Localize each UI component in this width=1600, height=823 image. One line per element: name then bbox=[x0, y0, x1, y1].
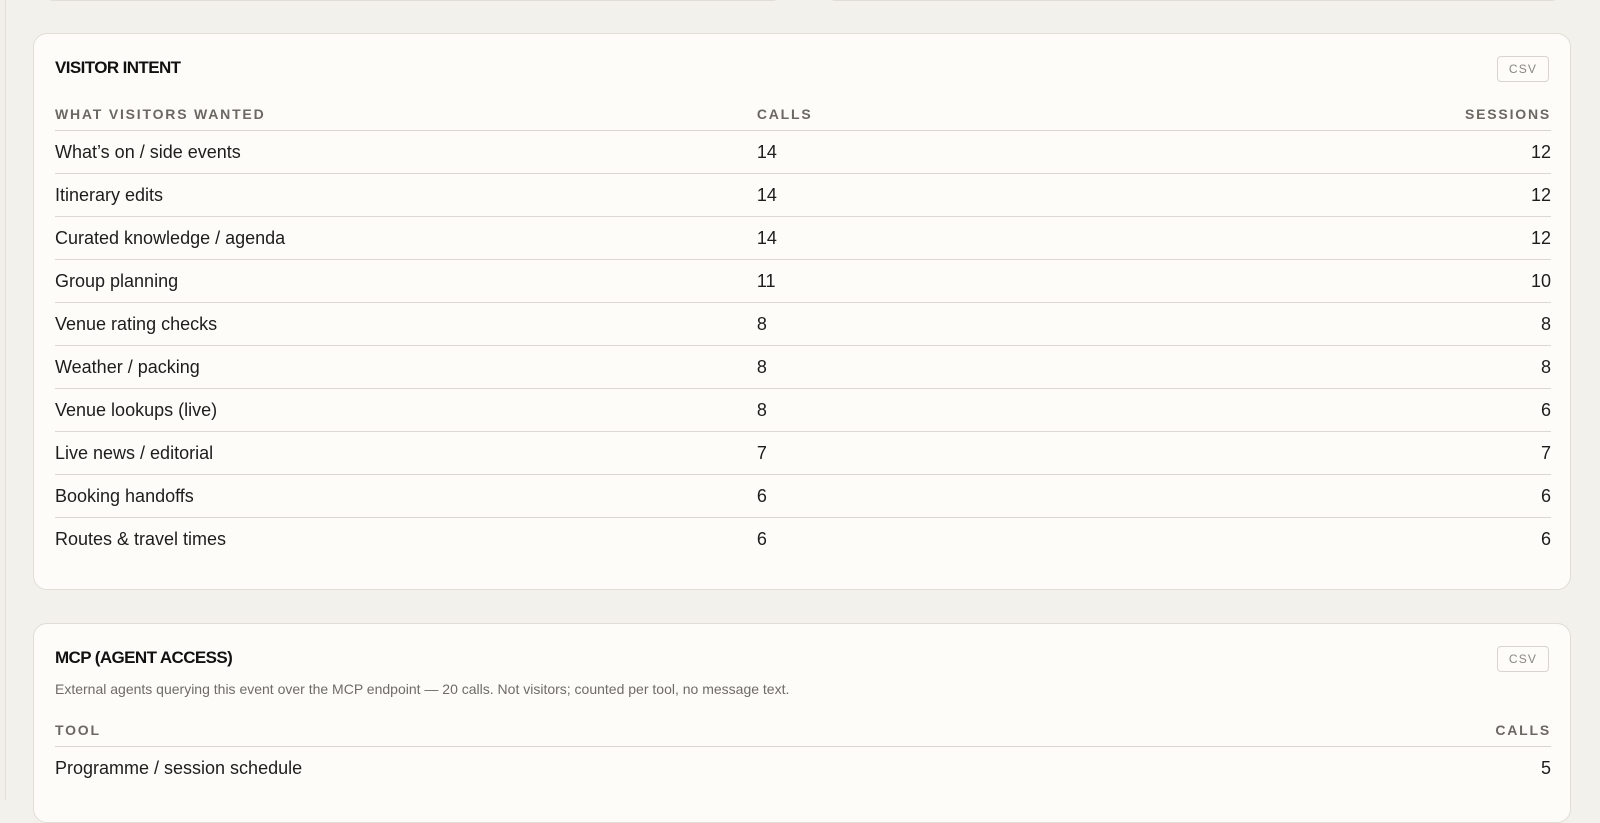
left-rail bbox=[0, 0, 6, 800]
table-row: Routes & travel times 6 6 bbox=[55, 518, 1551, 561]
column-header-sessions: SESSIONS bbox=[1288, 98, 1551, 131]
table-row: Programme / session schedule 5 bbox=[55, 747, 1551, 790]
calls-value: 8 bbox=[756, 388, 1289, 432]
sessions-value: 7 bbox=[1288, 431, 1551, 475]
visitor-intent-title: VISITOR INTENT bbox=[55, 58, 181, 77]
column-header-what-visitors-wanted: WHAT VISITORS WANTED bbox=[55, 98, 757, 131]
tool-label: Programme / session schedule bbox=[55, 757, 303, 778]
sessions-value: 12 bbox=[1288, 216, 1551, 260]
intent-label: Weather / packing bbox=[55, 345, 757, 389]
intent-label: What’s on / side events bbox=[55, 130, 757, 174]
intent-label: Venue rating checks bbox=[55, 302, 757, 346]
sessions-value: 12 bbox=[1288, 130, 1551, 174]
sessions-value: 6 bbox=[1540, 528, 1551, 549]
table-row: Itinerary edits 14 12 bbox=[55, 173, 1551, 217]
calls-value: 5 bbox=[1540, 757, 1551, 778]
table-row: Venue rating checks 8 8 bbox=[55, 302, 1551, 346]
table-header-row: WHAT VISITORS WANTED CALLS SESSIONS bbox=[55, 98, 1551, 131]
previous-card-left bbox=[42, 0, 784, 1]
sessions-value: 12 bbox=[1288, 173, 1551, 217]
table-row: Venue lookups (live) 8 6 bbox=[55, 388, 1551, 432]
intent-label: Venue lookups (live) bbox=[55, 388, 757, 432]
intent-label: Live news / editorial bbox=[55, 431, 757, 475]
calls-value: 14 bbox=[756, 216, 1289, 260]
intent-label: Curated knowledge / agenda bbox=[55, 216, 757, 260]
column-header-calls: CALLS bbox=[1275, 714, 1551, 747]
calls-value: 11 bbox=[756, 259, 1289, 303]
intent-label: Group planning bbox=[55, 259, 757, 303]
column-header-calls: CALLS bbox=[756, 98, 1289, 131]
intent-label: Booking handoffs bbox=[55, 474, 757, 518]
intent-label: Itinerary edits bbox=[55, 173, 757, 217]
calls-value: 7 bbox=[756, 431, 1289, 475]
calls-value: 14 bbox=[756, 130, 1289, 174]
calls-value: 14 bbox=[756, 173, 1289, 217]
mcp-subtitle: External agents querying this event over… bbox=[55, 681, 790, 697]
sessions-value: 10 bbox=[1288, 259, 1551, 303]
calls-value: 6 bbox=[756, 528, 767, 549]
sessions-value: 6 bbox=[1288, 474, 1551, 518]
sessions-value: 8 bbox=[1288, 302, 1551, 346]
table-row: Group planning 11 10 bbox=[55, 259, 1551, 303]
visitor-intent-table: WHAT VISITORS WANTED CALLS SESSIONS What… bbox=[55, 98, 1551, 560]
previous-card-right bbox=[824, 0, 1563, 1]
sessions-value: 8 bbox=[1288, 345, 1551, 389]
intent-label: Routes & travel times bbox=[55, 528, 227, 549]
mcp-agent-access-card: MCP (AGENT ACCESS) CSV External agents q… bbox=[33, 623, 1571, 823]
table-header-row: TOOL CALLS bbox=[55, 714, 1551, 747]
visitor-intent-card: VISITOR INTENT CSV WHAT VISITORS WANTED … bbox=[33, 33, 1571, 590]
table-row: Curated knowledge / agenda 14 12 bbox=[55, 216, 1551, 260]
mcp-table: TOOL CALLS Programme / session schedule 5 bbox=[55, 714, 1551, 789]
mcp-title: MCP (AGENT ACCESS) bbox=[55, 648, 233, 667]
mcp-csv-button[interactable]: CSV bbox=[1497, 646, 1549, 672]
table-row: What’s on / side events 14 12 bbox=[55, 130, 1551, 174]
table-row: Weather / packing 8 8 bbox=[55, 345, 1551, 389]
calls-value: 8 bbox=[756, 302, 1289, 346]
sessions-value: 6 bbox=[1288, 388, 1551, 432]
visitor-intent-csv-button[interactable]: CSV bbox=[1497, 56, 1549, 82]
table-row: Booking handoffs 6 6 bbox=[55, 474, 1551, 518]
column-header-tool: TOOL bbox=[55, 714, 1276, 747]
calls-value: 8 bbox=[756, 345, 1289, 389]
table-row: Live news / editorial 7 7 bbox=[55, 431, 1551, 475]
calls-value: 6 bbox=[756, 474, 1289, 518]
